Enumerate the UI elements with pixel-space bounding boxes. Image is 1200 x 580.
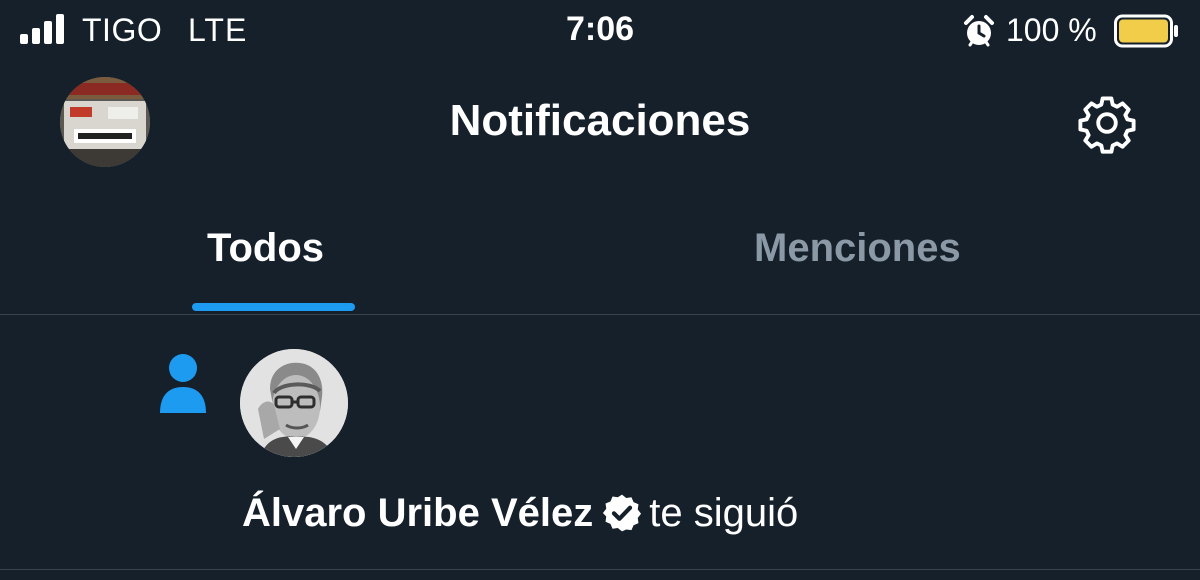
- notifications-screen: TIGO LTE 7:06 100 % Notificaciones Todos…: [0, 0, 1200, 580]
- tab-all-label: Todos: [207, 226, 325, 270]
- gear-icon[interactable]: [1076, 92, 1138, 154]
- notification-tabs: Todos Menciones: [0, 200, 1200, 315]
- page-title: Notificaciones: [449, 96, 751, 145]
- follower-name[interactable]: Álvaro Uribe Vélez: [242, 491, 593, 535]
- alarm-icon: [964, 15, 994, 47]
- follow-notification[interactable]: Álvaro Uribe Vélez te siguió: [0, 315, 1200, 570]
- status-time: 7:06: [565, 10, 635, 48]
- battery-icon: [1114, 14, 1178, 48]
- tab-mentions[interactable]: Menciones: [546, 200, 1200, 314]
- status-bar: TIGO LTE 7:06 100 %: [0, 0, 1200, 62]
- verified-badge-icon: [603, 494, 642, 532]
- tab-mentions-label: Menciones: [754, 226, 961, 270]
- tab-all[interactable]: Todos: [0, 200, 546, 314]
- signal-icon: [20, 14, 70, 44]
- person-icon: [160, 354, 206, 413]
- notification-action: te siguió: [649, 491, 799, 535]
- battery-percentage: 100 %: [1006, 12, 1097, 48]
- follower-avatar[interactable]: [240, 349, 348, 457]
- carrier-name: TIGO: [82, 12, 163, 48]
- tab-selected-indicator: [192, 303, 355, 311]
- profile-avatar[interactable]: [60, 77, 150, 167]
- network-type: LTE: [188, 12, 248, 48]
- notification-text: Álvaro Uribe Vélez te siguió: [242, 487, 798, 539]
